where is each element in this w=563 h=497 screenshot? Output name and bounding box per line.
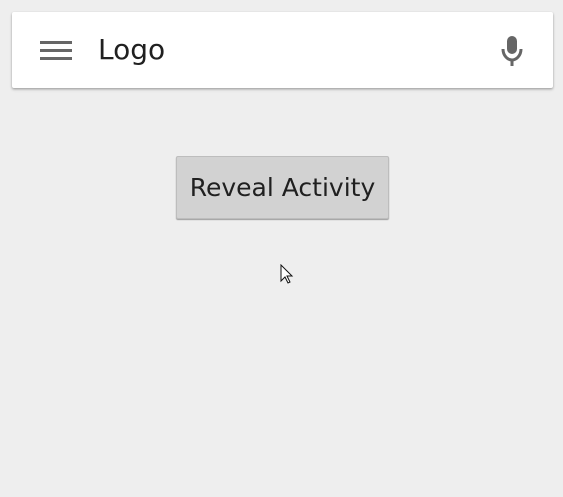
app-screen: Logo Reveal Activity [0, 0, 563, 497]
reveal-activity-button[interactable]: Reveal Activity [176, 156, 389, 219]
menu-icon[interactable] [40, 38, 72, 62]
microphone-icon[interactable] [499, 34, 525, 68]
search-bar-title: Logo [98, 33, 166, 66]
mouse-cursor-icon [280, 264, 294, 284]
search-bar: Logo [12, 12, 553, 88]
